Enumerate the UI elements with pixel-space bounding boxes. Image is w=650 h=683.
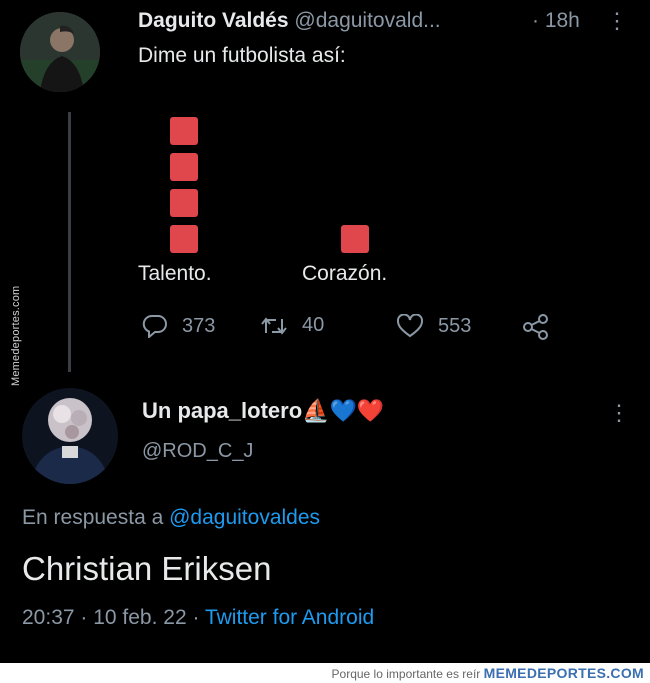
reply-mention-link[interactable]: @daguitovaldes [169, 506, 320, 529]
reply-prefix: En respuesta a [22, 506, 164, 529]
share-button[interactable] [522, 314, 550, 340]
footer-brand: MEMEDEPORTES.COM [483, 665, 644, 681]
red-square [170, 153, 198, 181]
red-square [170, 189, 198, 217]
reply-text: Christian Eriksen [22, 550, 272, 587]
label-corazon: Corazón. [302, 262, 388, 285]
heart-icon [397, 314, 423, 338]
tweet-author-handle[interactable]: @daguitovald... [294, 9, 440, 32]
like-count: 553 [438, 314, 472, 337]
tweet-time[interactable]: · 18h [532, 9, 580, 33]
thread-connector-line [68, 112, 71, 372]
pope-avatar-icon [22, 388, 118, 484]
side-watermark: Memedeportes.com [10, 285, 22, 386]
retweet-button[interactable]: 40 [260, 314, 324, 337]
reply-meta: 20:37 · 10 feb. 22 · Twitter for Android [22, 606, 374, 630]
red-square [170, 225, 198, 253]
retweet-count: 40 [302, 314, 325, 336]
retweet-icon [261, 316, 287, 335]
reply-author-name[interactable]: Un papa_lotero⛵💙❤️ [142, 398, 384, 424]
footer-slogan: Porque lo importante es reír [331, 667, 481, 681]
author-avatar[interactable] [20, 12, 100, 92]
reply-source-link[interactable]: Twitter for Android [205, 606, 374, 629]
label-talento: Talento. [138, 262, 212, 285]
share-icon [523, 314, 548, 340]
more-options-icon[interactable]: ⋮ [606, 10, 628, 32]
reply-button[interactable]: 373 [142, 314, 215, 338]
red-square [170, 117, 198, 145]
person-silhouette-icon [20, 12, 100, 92]
tweet-text: Dime un futbolista así: [138, 44, 346, 67]
reply-count: 373 [182, 314, 216, 337]
reply-timestamp[interactable]: 20:37 · 10 feb. 22 · [22, 606, 199, 629]
reply-more-options-icon[interactable]: ⋮ [608, 402, 630, 424]
tweet-author-name[interactable]: Daguito Valdés [138, 9, 289, 32]
like-button[interactable]: 553 [396, 314, 471, 338]
reply-author-avatar[interactable] [22, 388, 118, 484]
reply-icon [142, 314, 167, 338]
footer-watermark: Porque lo importante es reír MEMEDEPORTE… [332, 665, 644, 681]
reply-author-handle[interactable]: @ROD_C_J [142, 440, 253, 463]
tweet-author-header[interactable]: Daguito Valdés @daguitovald... [138, 9, 441, 33]
red-square [341, 225, 369, 253]
in-reply-to: En respuesta a @daguitovaldes [22, 506, 320, 530]
